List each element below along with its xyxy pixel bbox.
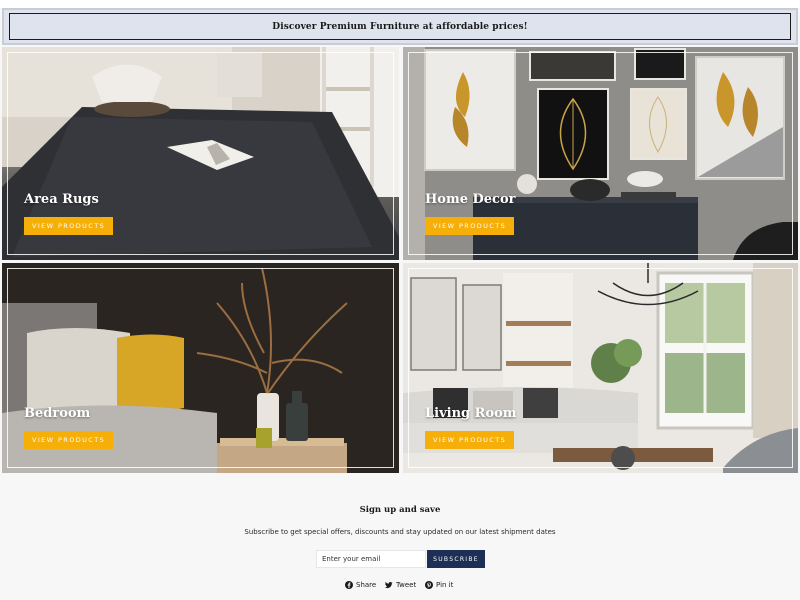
view-products-button[interactable]: VIEW PRODUCTS [24, 217, 114, 235]
announcement-text: Discover Premium Furniture at affordable… [272, 21, 528, 32]
tile-caption: Area Rugs VIEW PRODUCTS [24, 192, 114, 235]
newsletter-section: Sign up and save Subscribe to get specia… [0, 474, 800, 600]
share-label: Share [356, 581, 377, 589]
collection-tile-living-room[interactable]: Living Room VIEW PRODUCTS [403, 263, 798, 473]
tile-caption: Bedroom VIEW PRODUCTS [24, 406, 114, 449]
tile-title: Bedroom [24, 406, 91, 421]
signup-title: Sign up and save [359, 505, 441, 515]
tile-title: Area Rugs [24, 192, 99, 207]
signup-description: Subscribe to get special offers, discoun… [244, 528, 556, 536]
announcement-bar: Discover Premium Furniture at affordable… [2, 8, 798, 45]
twitter-icon [385, 581, 393, 589]
top-strip [0, 0, 800, 8]
pin-label: Pin it [436, 581, 454, 589]
tweet-label: Tweet [396, 581, 417, 589]
view-products-button[interactable]: VIEW PRODUCTS [425, 431, 515, 449]
tile-title: Living Room [425, 406, 517, 421]
announcement-inner: Discover Premium Furniture at affordable… [9, 13, 791, 40]
subscribe-button[interactable]: SUBSCRIBE [427, 550, 485, 568]
collection-tile-area-rugs[interactable]: Area Rugs VIEW PRODUCTS [2, 47, 399, 260]
view-products-button[interactable]: VIEW PRODUCTS [24, 431, 114, 449]
tile-caption: Living Room VIEW PRODUCTS [425, 406, 517, 449]
pinterest-icon [425, 581, 433, 589]
tile-caption: Home Decor VIEW PRODUCTS [425, 192, 516, 235]
email-input[interactable] [316, 550, 426, 568]
share-twitter-link[interactable]: Tweet [385, 581, 416, 589]
share-pinterest-link[interactable]: Pin it [425, 581, 453, 589]
collection-tile-home-decor[interactable]: Home Decor VIEW PRODUCTS [403, 47, 798, 260]
facebook-icon [345, 581, 353, 589]
tile-title: Home Decor [425, 192, 516, 207]
view-products-button[interactable]: VIEW PRODUCTS [425, 217, 515, 235]
share-facebook-link[interactable]: Share [345, 581, 376, 589]
collection-tile-bedroom[interactable]: Bedroom VIEW PRODUCTS [2, 263, 399, 473]
